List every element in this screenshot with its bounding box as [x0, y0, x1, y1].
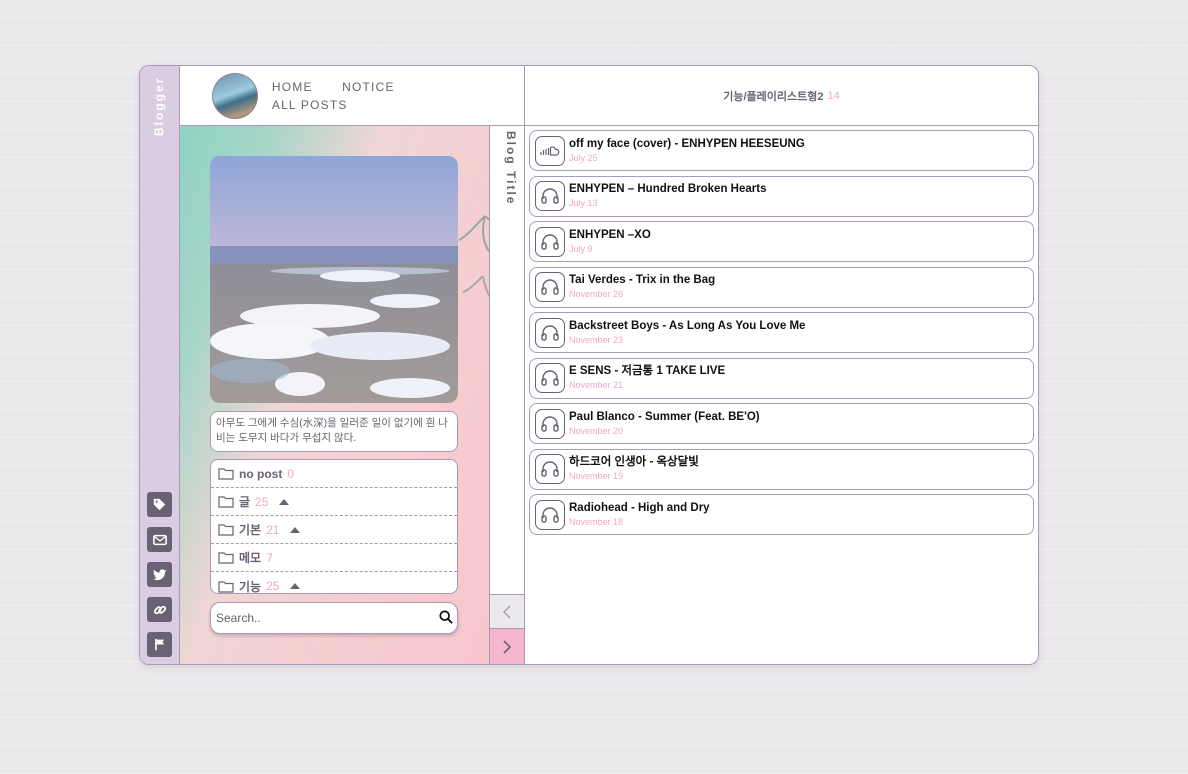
headphones-icon: [535, 317, 565, 348]
chevron-left-icon: [502, 604, 511, 619]
post-title: ENHYPEN – Hundred Broken Hearts: [569, 183, 767, 195]
post-title: Radiohead - High and Dry: [569, 501, 710, 514]
post-item[interactable]: Radiohead - High and Dry November 18: [529, 494, 1034, 535]
post-list: off my face (cover) - ENHYPEN HEESEUNG J…: [524, 126, 1038, 664]
post-title: E SENS - 저금통 1 TAKE LIVE: [569, 365, 726, 377]
social-icons: [147, 492, 173, 664]
avatar[interactable]: [212, 72, 258, 119]
category-list: no post 0 글 25 기본 21 메모 7 기능 25: [210, 459, 458, 594]
blog-title-column: Blog Title: [489, 126, 524, 664]
post-title: ENHYPEN –XO: [569, 228, 651, 241]
search-box: [210, 602, 458, 634]
post-item[interactable]: Backstreet Boys - As Long As You Love Me…: [529, 312, 1034, 353]
category-item[interactable]: 글 25: [211, 488, 457, 516]
category-header: 기능/플레이리스트형2 14: [524, 66, 1038, 126]
category-title: 기능/플레이리스트형2: [723, 90, 824, 103]
post-date: November 21: [569, 380, 624, 390]
folder-icon: [218, 495, 234, 508]
blog-frame: Blogger HOME NOTICE ALL POSTS 기능/플레이리스트형…: [139, 65, 1039, 665]
category-label: 기본: [239, 523, 262, 537]
category-count: 14: [827, 89, 840, 102]
headphones-icon: [535, 272, 565, 302]
post-title: 하드코어 인생아 - 옥상달빛: [569, 456, 699, 468]
top-nav: HOME NOTICE ALL POSTS: [180, 66, 524, 126]
post-date: July 9: [569, 243, 593, 254]
nav-all-posts[interactable]: ALL POSTS: [272, 98, 348, 112]
category-label: no post: [239, 466, 283, 481]
folder-icon: [218, 580, 234, 593]
post-title: off my face (cover) - ENHYPEN HEESEUNG: [569, 137, 805, 150]
next-page-button[interactable]: [490, 628, 524, 664]
post-title: Paul Blanco - Summer (Feat. BE'O): [569, 410, 760, 423]
prev-page-button[interactable]: [490, 594, 524, 628]
strip-title: Blogger: [152, 76, 166, 136]
post-date: November 23: [569, 334, 624, 345]
category-item[interactable]: 기능 25: [211, 572, 457, 594]
nav-home[interactable]: HOME: [272, 80, 313, 94]
post-item[interactable]: ENHYPEN –XO July 9: [529, 221, 1034, 262]
category-count: 25: [255, 494, 269, 509]
left-strip: Blogger: [140, 66, 180, 664]
intro-quote: 아무도 그에게 수심(水深)을 일러준 일이 없기에 흰 나비는 도무지 바다가…: [210, 411, 458, 452]
twitter-icon[interactable]: [147, 562, 172, 587]
palm-decoration: [458, 215, 489, 298]
headphones-icon: [535, 181, 565, 211]
mail-icon[interactable]: [147, 527, 172, 552]
category-count: 7: [266, 550, 273, 565]
post-title: Backstreet Boys - As Long As You Love Me: [569, 319, 806, 332]
category-label: 글: [239, 495, 251, 509]
nav-menu: HOME NOTICE ALL POSTS: [272, 78, 524, 114]
folder-icon: [218, 551, 234, 564]
post-date: July 13: [569, 198, 598, 208]
category-count: 21: [266, 522, 280, 537]
post-item[interactable]: 하드코어 인생아 - 옥상달빛 November 19: [529, 448, 1034, 490]
blog-title: Blog Title: [504, 131, 518, 206]
category-count: 25: [266, 579, 280, 593]
chevron-right-icon: [503, 639, 512, 654]
profile-photo: [210, 156, 458, 403]
headphones-icon: [535, 226, 565, 257]
category-item[interactable]: 메모 7: [211, 544, 457, 572]
post-date: November 18: [569, 516, 624, 527]
soundcloud-icon: [535, 135, 565, 166]
post-date: November 19: [569, 471, 624, 481]
post-date: November 20: [569, 425, 624, 436]
post-item[interactable]: Tai Verdes - Trix in the Bag November 26: [529, 266, 1034, 308]
post-item[interactable]: ENHYPEN – Hundred Broken Hearts July 13: [529, 175, 1034, 217]
category-item[interactable]: 기본 21: [211, 516, 457, 544]
expand-arrow-icon[interactable]: [290, 526, 301, 533]
post-item[interactable]: Paul Blanco - Summer (Feat. BE'O) Novemb…: [529, 403, 1034, 444]
flag-icon[interactable]: [147, 632, 172, 657]
folder-icon: [218, 467, 234, 480]
category-label: 메모: [239, 551, 262, 565]
nav-notice[interactable]: NOTICE: [342, 80, 395, 94]
headphones-icon: [535, 454, 565, 484]
profile-panel: 아무도 그에게 수심(水深)을 일러준 일이 없기에 흰 나비는 도무지 바다가…: [180, 126, 489, 664]
folder-icon: [218, 523, 234, 536]
post-title: Tai Verdes - Trix in the Bag: [569, 274, 716, 286]
search-icon[interactable]: [439, 610, 453, 629]
category-count: 0: [287, 466, 295, 481]
headphones-icon: [535, 499, 565, 530]
tag-icon[interactable]: [147, 492, 172, 517]
headphones-icon: [535, 408, 565, 439]
link-icon[interactable]: [147, 597, 172, 622]
post-date: November 26: [569, 289, 624, 299]
expand-arrow-icon[interactable]: [290, 583, 301, 589]
post-date: July 25: [569, 152, 598, 163]
category-item[interactable]: no post 0: [211, 460, 457, 488]
expand-arrow-icon[interactable]: [279, 498, 290, 505]
category-label: 기능: [239, 579, 262, 594]
headphones-icon: [535, 363, 565, 393]
search-input[interactable]: [216, 609, 426, 627]
post-item[interactable]: off my face (cover) - ENHYPEN HEESEUNG J…: [529, 130, 1034, 171]
post-item[interactable]: E SENS - 저금통 1 TAKE LIVE November 21: [529, 357, 1034, 399]
